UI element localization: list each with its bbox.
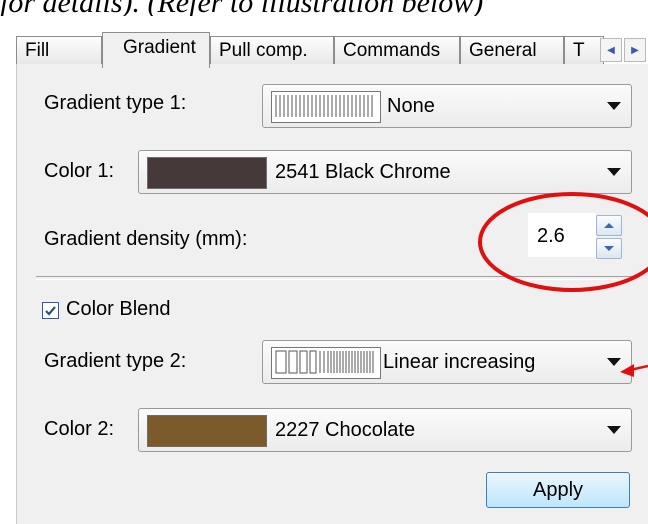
scroll-right-icon[interactable]: ▶ xyxy=(624,38,646,62)
gradient-pattern-none-icon xyxy=(271,91,381,123)
color-2-label: Color 2: xyxy=(44,418,115,440)
chevron-down-icon xyxy=(607,168,621,176)
gradient-density-label: Gradient density (mm): xyxy=(44,228,248,250)
gradient-type-1-value: None xyxy=(387,95,435,117)
gradient-type-2-label: Gradient type 2: xyxy=(44,350,187,372)
checkmark-icon xyxy=(45,306,56,316)
color-2-swatch xyxy=(147,415,267,447)
tab-strip: Fill Gradient Pull comp. Commands Genera… xyxy=(16,32,648,68)
tab-pull-comp[interactable]: Pull comp. xyxy=(210,36,334,66)
arrow-up-icon xyxy=(604,223,614,228)
chevron-down-icon xyxy=(607,102,621,110)
scroll-left-icon[interactable]: ◀ xyxy=(600,38,622,62)
gradient-type-2-value: Linear increasing xyxy=(383,351,536,373)
color-blend-checkbox[interactable] xyxy=(42,302,59,319)
chevron-down-icon xyxy=(607,426,621,434)
chevron-down-icon xyxy=(607,358,621,366)
tab-fill[interactable]: Fill xyxy=(16,36,102,66)
decrement-button[interactable] xyxy=(596,238,622,259)
color-2-dropdown[interactable]: 2227 Chocolate xyxy=(138,408,632,452)
tab-scroll-arrows: ◀ ▶ xyxy=(600,38,646,62)
tab-commands[interactable]: Commands xyxy=(334,36,460,66)
gradient-density-stepper: 2.6 xyxy=(528,213,632,259)
increment-button[interactable] xyxy=(596,215,622,236)
tab-truncated[interactable]: T xyxy=(564,36,604,66)
color-1-dropdown[interactable]: 2541 Black Chrome xyxy=(138,150,632,194)
apply-button[interactable]: Apply xyxy=(486,472,630,508)
tab-general[interactable]: General xyxy=(460,36,564,66)
caption-text: for details). (Refer to illustration bel… xyxy=(0,0,648,16)
gradient-type-1-dropdown[interactable]: None xyxy=(262,84,632,128)
gradient-type-2-dropdown[interactable]: Linear increasing xyxy=(262,340,632,384)
color-blend-label[interactable]: Color Blend xyxy=(66,298,171,321)
color-1-value: 2541 Black Chrome xyxy=(275,161,451,183)
color-1-label: Color 1: xyxy=(44,160,115,182)
gradient-type-1-label: Gradient type 1: xyxy=(44,92,187,114)
color-1-swatch xyxy=(147,157,267,189)
gradient-panel xyxy=(16,64,648,524)
gradient-density-input[interactable]: 2.6 xyxy=(528,213,596,257)
arrow-down-icon xyxy=(604,246,614,251)
tab-gradient[interactable]: Gradient xyxy=(102,32,210,68)
gradient-pattern-linear-icon xyxy=(271,347,381,379)
color-2-value: 2227 Chocolate xyxy=(275,419,416,441)
section-divider xyxy=(36,276,632,280)
